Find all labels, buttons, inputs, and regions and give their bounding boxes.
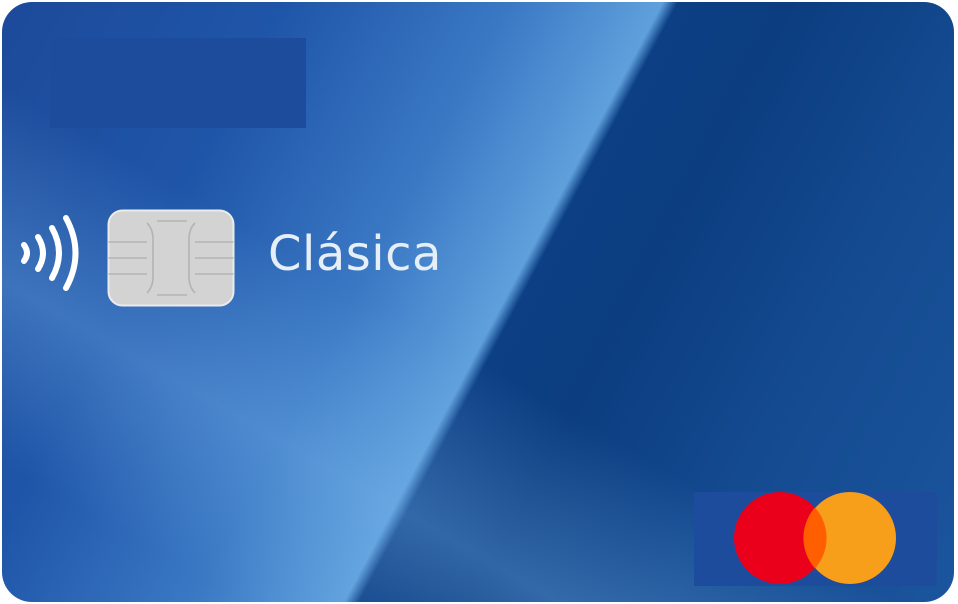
contactless-icon [21,215,79,291]
payment-card: Clásica [2,2,954,602]
redacted-logo-area [50,38,306,128]
card-product-name: Clásica [268,226,442,282]
mastercard-logo-icon [734,492,896,584]
emv-chip-icon [107,209,235,307]
